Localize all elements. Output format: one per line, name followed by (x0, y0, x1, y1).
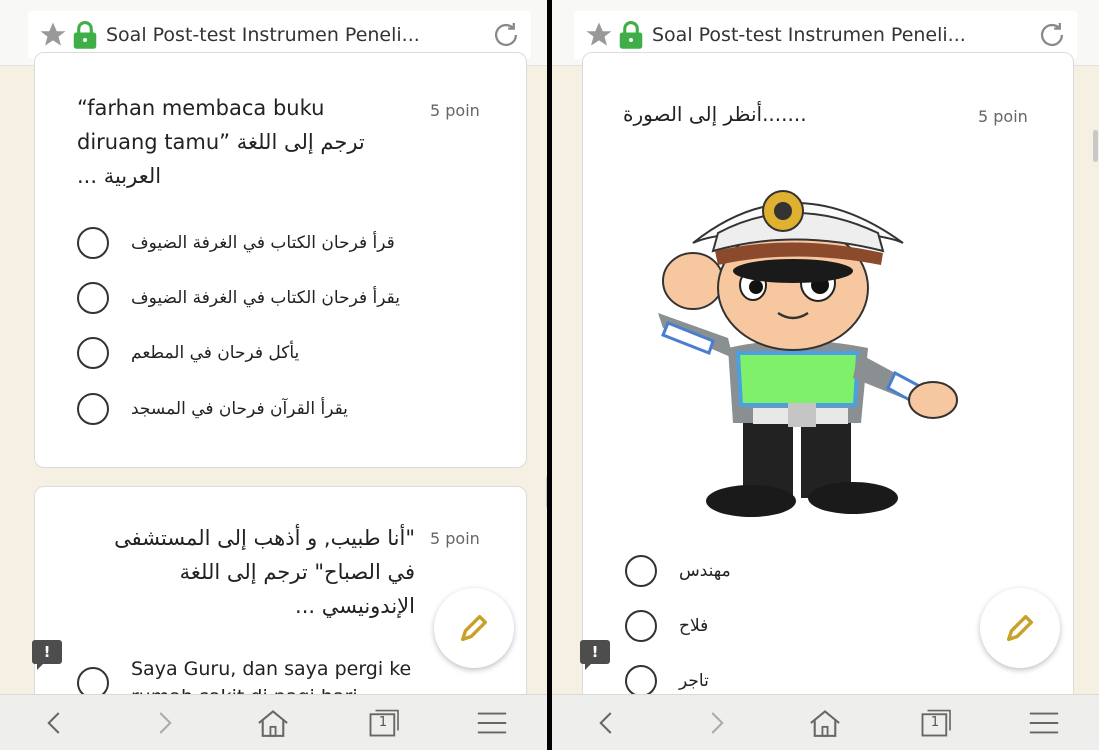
forward-button[interactable] (686, 703, 746, 743)
home-button[interactable] (243, 703, 303, 743)
reload-icon[interactable] (1035, 18, 1069, 52)
home-icon (258, 709, 289, 737)
back-icon (47, 711, 60, 734)
lock-icon (619, 20, 643, 49)
question-title-line: الإندونيسي ... (295, 594, 415, 618)
lock-icon (73, 20, 97, 49)
home-button[interactable] (795, 703, 855, 743)
police-officer-image (658, 190, 958, 517)
option-2[interactable]: يقرأ فرحان الكتاب في الغرفة الضيوف (77, 282, 400, 314)
option-1[interactable]: مهندس (625, 555, 731, 587)
question-title-line: “farhan membaca buku (77, 96, 325, 120)
question-title-line: العربية ... (77, 164, 162, 188)
forward-button[interactable] (134, 703, 194, 743)
option-label: قرأ فرحان الكتاب في الغرفة الضيوف (131, 233, 395, 253)
option-label: يأكل فرحان في المطعم (131, 343, 300, 363)
page-title: Soal Post-test Instrumen Peneli... (106, 24, 420, 46)
forward-icon (711, 711, 724, 734)
radio-button[interactable] (625, 665, 657, 697)
back-icon (599, 711, 612, 734)
page-title: Soal Post-test Instrumen Peneli... (652, 24, 966, 46)
option-2[interactable]: فلاح (625, 610, 708, 642)
option-1[interactable]: قرأ فرحان الكتاب في الغرفة الضيوف (77, 227, 395, 259)
menu-button[interactable] (1014, 703, 1074, 743)
question-title: .......أنظر إلى الصورة (623, 102, 807, 126)
edit-fab-button[interactable] (434, 588, 514, 668)
option-3[interactable]: يأكل فرحان في المطعم (77, 337, 299, 369)
question-title: "أنا طبيب, و أذهب إلى المستشفى في الصباح… (75, 521, 415, 623)
question-title: “farhan membaca buku diruang tamu” ترجم … (77, 91, 407, 193)
tab-count: 1 (378, 714, 388, 730)
reload-icon[interactable] (489, 18, 523, 52)
tab-count: 1 (930, 714, 940, 730)
back-button[interactable] (25, 703, 85, 743)
pencil-icon (1006, 614, 1034, 642)
option-label: فلاح (679, 616, 709, 636)
radio-button[interactable] (625, 555, 657, 587)
star-icon[interactable] (584, 20, 614, 50)
question-title-line: diruang tamu” ترجم إلى اللغة (77, 130, 365, 154)
tabs-button[interactable]: 1 (905, 703, 965, 743)
option-3[interactable]: تاجر (625, 665, 709, 697)
menu-button[interactable] (462, 703, 522, 743)
scrollbar-thumb[interactable] (1093, 130, 1098, 162)
option-label: Saya Guru, dan saya pergi ke (131, 658, 412, 680)
browser-nav-bar: 1 (0, 694, 547, 750)
question-title-line: في الصباح" ترجم إلى اللغة (179, 560, 415, 584)
star-icon[interactable] (38, 20, 68, 50)
option-label: مهندس (679, 561, 731, 581)
option-label: يقرأ فرحان الكتاب في الغرفة الضيوف (131, 288, 400, 308)
option-label: تاجر (679, 671, 709, 691)
question-points: 5 poin (430, 529, 480, 548)
right-phone-screen: Soal Post-test Instrumen Peneli... .....… (552, 0, 1099, 750)
radio-button[interactable] (625, 610, 657, 642)
question-card-1: “farhan membaca buku diruang tamu” ترجم … (34, 52, 527, 468)
pencil-icon (460, 614, 488, 642)
left-phone-screen: Soal Post-test Instrumen Peneli... “farh… (0, 0, 547, 750)
question-points: 5 poin (430, 101, 480, 120)
home-icon (810, 709, 841, 737)
report-icon[interactable]: ! (32, 640, 62, 670)
menu-icon (478, 712, 507, 733)
scrollbar-thumb[interactable] (546, 476, 547, 508)
radio-button[interactable] (77, 393, 109, 425)
report-icon[interactable]: ! (580, 640, 610, 670)
radio-button[interactable] (77, 282, 109, 314)
radio-button[interactable] (77, 227, 109, 259)
browser-nav-bar: 1 (552, 694, 1099, 750)
option-4[interactable]: يقرأ القرآن فرحان في المسجد (77, 393, 348, 425)
edit-fab-button[interactable] (980, 588, 1060, 668)
back-button[interactable] (577, 703, 637, 743)
menu-icon (1030, 712, 1059, 733)
option-label: يقرأ القرآن فرحان في المسجد (131, 399, 348, 419)
forward-icon (159, 711, 172, 734)
question-title-line: "أنا طبيب, و أذهب إلى المستشفى (114, 526, 415, 550)
tabs-button[interactable]: 1 (353, 703, 413, 743)
question-points: 5 poin (978, 107, 1028, 126)
radio-button[interactable] (77, 337, 109, 369)
